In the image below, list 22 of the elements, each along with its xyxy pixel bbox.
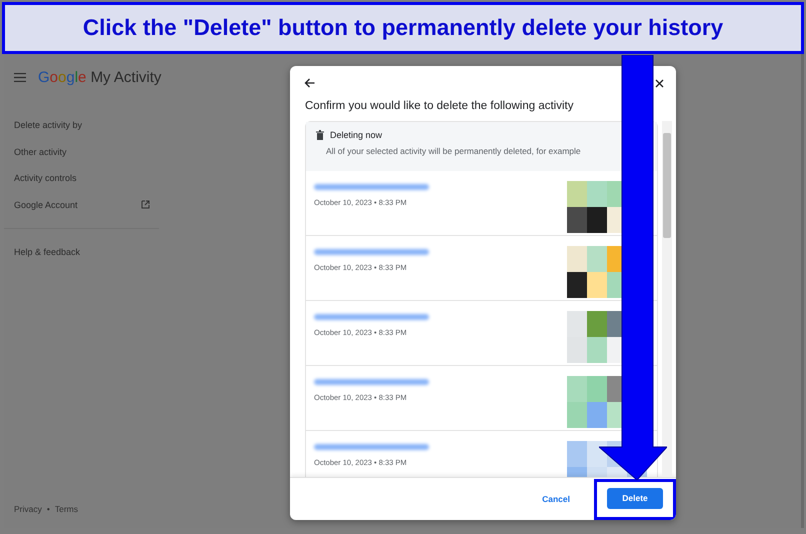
menu-icon[interactable] <box>14 72 26 82</box>
annotation-banner: Click the "Delete" button to permanently delete your history <box>2 2 804 54</box>
delete-button[interactable]: Delete <box>607 488 663 508</box>
dialog-title: Confirm you would like to delete the following activity <box>304 99 574 114</box>
notice-text: All of your selected activity will be permanently deleted, for example <box>325 145 582 156</box>
scrollbar-thumb[interactable] <box>663 133 671 238</box>
separator-dot: • <box>46 504 50 514</box>
cancel-button[interactable]: Cancel <box>538 488 574 510</box>
external-link-icon <box>141 200 150 210</box>
sidebar-item[interactable]: Other activity <box>4 138 150 165</box>
sidebar-item[interactable]: Activity controls <box>4 165 150 192</box>
close-icon[interactable] <box>655 78 664 88</box>
sidebar-item[interactable]: Help & feedback <box>4 239 150 266</box>
back-arrow-icon[interactable] <box>304 78 315 88</box>
notice-title: Deleting now <box>330 130 382 140</box>
sidebar-item[interactable]: Google Account <box>4 192 150 218</box>
trash-icon <box>316 130 324 140</box>
footer-link[interactable]: Terms <box>54 504 78 514</box>
scrollbar[interactable] <box>662 121 672 477</box>
sidebar-item[interactable]: Delete activity by <box>4 112 150 138</box>
app-logo[interactable]: Google My Activity <box>38 68 162 86</box>
footer-link[interactable]: Privacy <box>14 504 42 514</box>
